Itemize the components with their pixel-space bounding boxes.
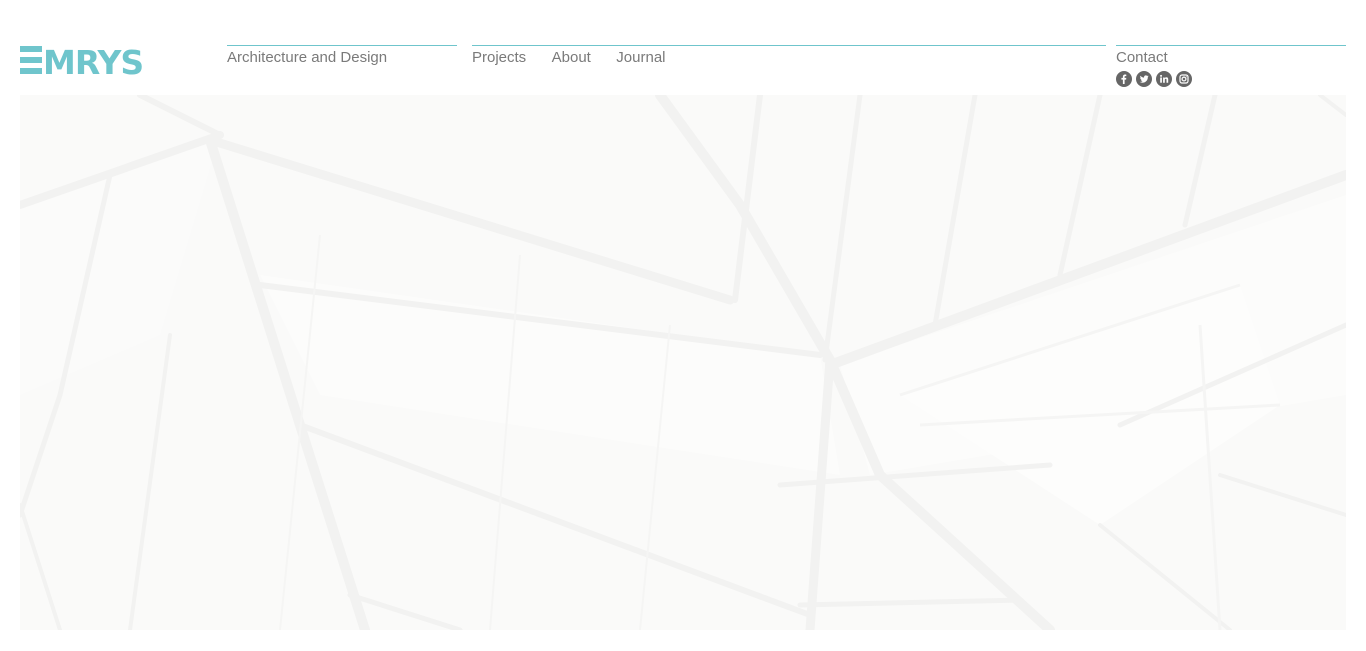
nav-contact-link[interactable]: Contact xyxy=(1116,49,1168,67)
page: MRYS Architecture and Design Projects Ab… xyxy=(0,0,1366,651)
linkedin-icon[interactable] xyxy=(1156,71,1172,87)
nav-about-link[interactable]: About xyxy=(552,49,591,67)
nav-journal-link[interactable]: Journal xyxy=(616,49,665,67)
architectural-roof-structure-illustration xyxy=(20,95,1346,630)
site-tagline: Architecture and Design xyxy=(227,49,388,66)
emrys-logo[interactable]: MRYS xyxy=(20,44,152,76)
twitter-icon[interactable] xyxy=(1136,71,1152,87)
instagram-icon[interactable] xyxy=(1176,71,1192,87)
contact-block: Contact xyxy=(1116,45,1346,96)
hero-image xyxy=(20,95,1346,630)
tagline-block: Architecture and Design xyxy=(227,45,457,96)
facebook-icon[interactable] xyxy=(1116,71,1132,87)
main-navigation: Projects About Journal xyxy=(472,45,1106,96)
nav-projects-link[interactable]: Projects xyxy=(472,49,526,67)
social-links xyxy=(1116,71,1346,87)
logo-wordmark-graphic: MRYS xyxy=(20,44,144,76)
logo-text: MRYS xyxy=(43,44,143,76)
